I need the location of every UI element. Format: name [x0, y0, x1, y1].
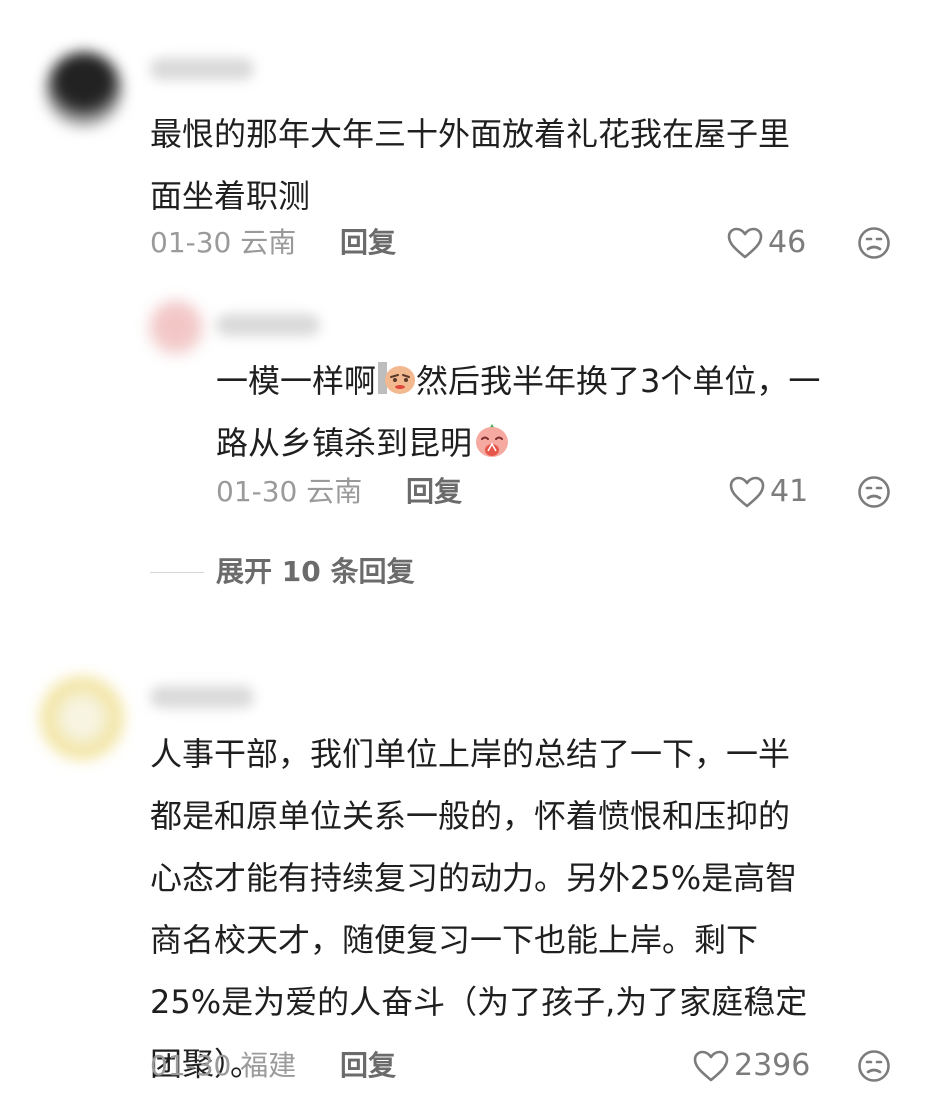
reply-location: 云南	[306, 475, 363, 508]
dislike-button[interactable]	[857, 475, 891, 509]
comment-text-line: 都是和原单位关系一般的，怀着愤恨和压抑的	[150, 797, 791, 835]
reply-text-part: 一模一样啊	[216, 362, 377, 400]
comment-date: 01-30	[150, 226, 232, 259]
avatar[interactable]	[46, 52, 122, 128]
smirk-emoji	[376, 356, 416, 396]
comment-location: 福建	[240, 1049, 297, 1082]
comment-text-line: 25%是为爱的人奋斗（为了孩子,为了家庭稳定	[150, 983, 808, 1021]
like-count: 46	[768, 225, 807, 260]
frown-face-icon	[857, 1049, 891, 1083]
expand-replies-label[interactable]: 展开 10 条回复	[216, 552, 414, 592]
comment-meta: 01-30 福建	[150, 1046, 296, 1086]
like-button[interactable]: 2396	[692, 1046, 810, 1086]
heart-outline-icon	[728, 475, 766, 509]
like-count: 2396	[734, 1048, 811, 1083]
heart-outline-icon	[692, 1049, 730, 1083]
like-button[interactable]: 46	[726, 223, 806, 263]
reply-text-part: 路从乡镇杀到昆明	[216, 424, 473, 462]
comment-text: 最恨的那年大年三十外面放着礼花我在屋子里 面坐着职测	[150, 103, 790, 227]
comment-text: 人事干部，我们单位上岸的总结了一下，一半 都是和原单位关系一般的，怀着愤恨和压抑…	[150, 723, 807, 1095]
dislike-button[interactable]	[857, 1049, 891, 1083]
comment-text-line: 心态才能有持续复习的动力。另外25%是高智	[150, 859, 798, 897]
frown-face-icon	[857, 475, 891, 509]
comment-date: 01-30	[150, 1049, 232, 1082]
reply-date: 01-30	[216, 475, 298, 508]
comment-text-line: 最恨的那年大年三十外面放着礼花我在屋子里	[150, 115, 791, 153]
frown-face-icon	[857, 226, 891, 260]
avatar[interactable]	[40, 676, 124, 760]
comment-text-line: 商名校天才，随便复习一下也能上岸。剩下	[150, 921, 759, 959]
reply-text-part: 然后我半年换了3个单位，一	[416, 362, 821, 400]
comment-location: 云南	[240, 226, 297, 259]
reply-button[interactable]: 回复	[406, 472, 462, 512]
username[interactable]	[150, 686, 254, 708]
comment-text-line: 面坐着职测	[150, 177, 311, 215]
username[interactable]	[216, 314, 320, 336]
reply-button[interactable]: 回复	[340, 223, 396, 263]
reply-meta: 01-30 云南	[216, 472, 362, 512]
pray-emoji	[472, 418, 512, 458]
avatar[interactable]	[148, 300, 204, 356]
heart-outline-icon	[726, 226, 764, 260]
username[interactable]	[150, 58, 254, 80]
reply-button[interactable]: 回复	[340, 1046, 396, 1086]
divider	[150, 572, 204, 573]
dislike-button[interactable]	[857, 226, 891, 260]
like-button[interactable]: 41	[728, 472, 808, 512]
comment-text-line: 人事干部，我们单位上岸的总结了一下，一半	[150, 735, 791, 773]
comment-meta: 01-30 云南	[150, 223, 296, 263]
reply-text: 一模一样啊 然后我半年换了3个单位，一 路从乡镇杀到昆明	[216, 350, 820, 474]
like-count: 41	[770, 474, 809, 509]
